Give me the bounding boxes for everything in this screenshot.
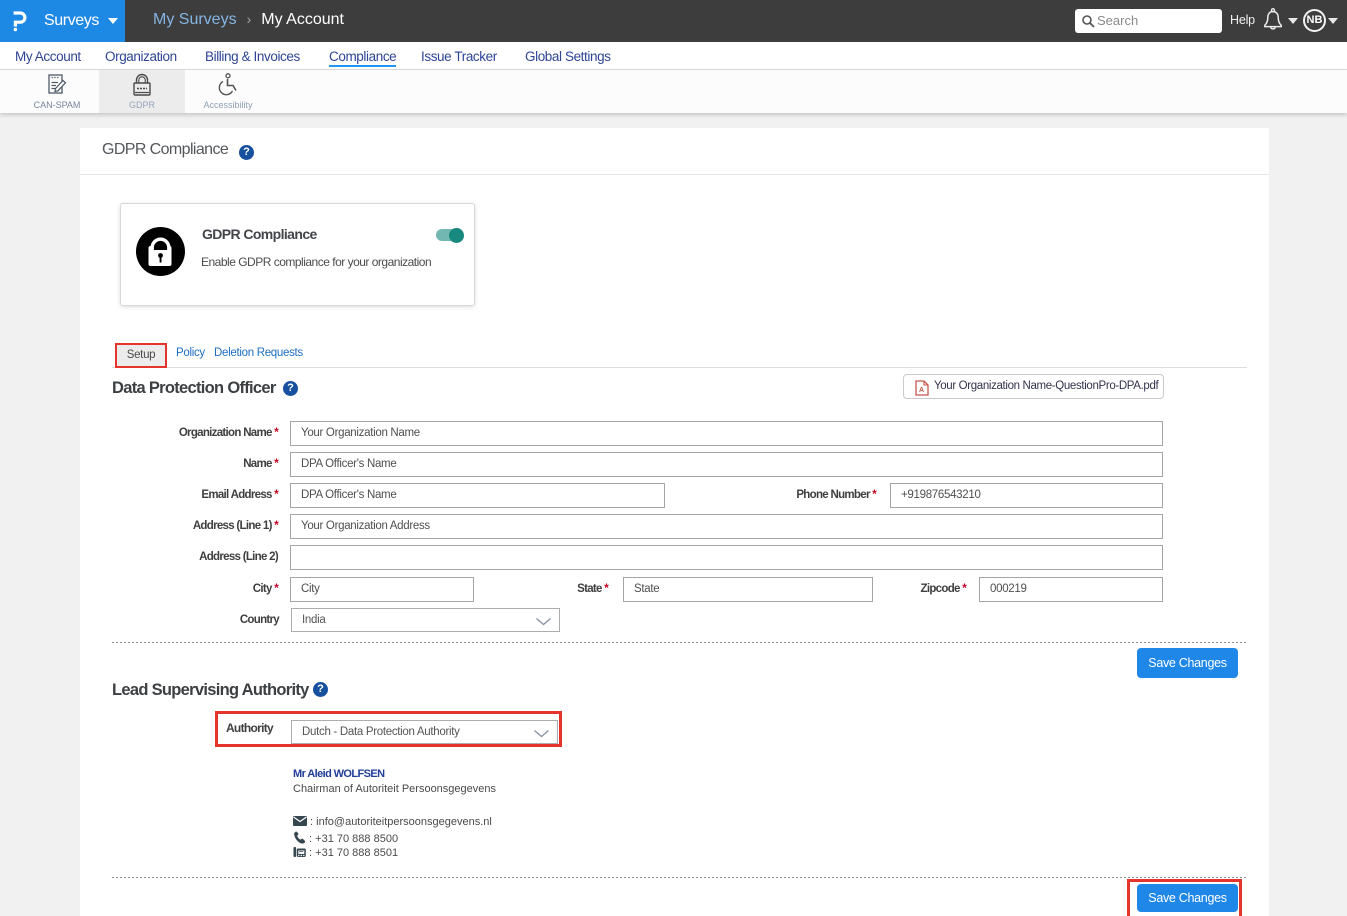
svg-text:A: A: [919, 387, 924, 394]
